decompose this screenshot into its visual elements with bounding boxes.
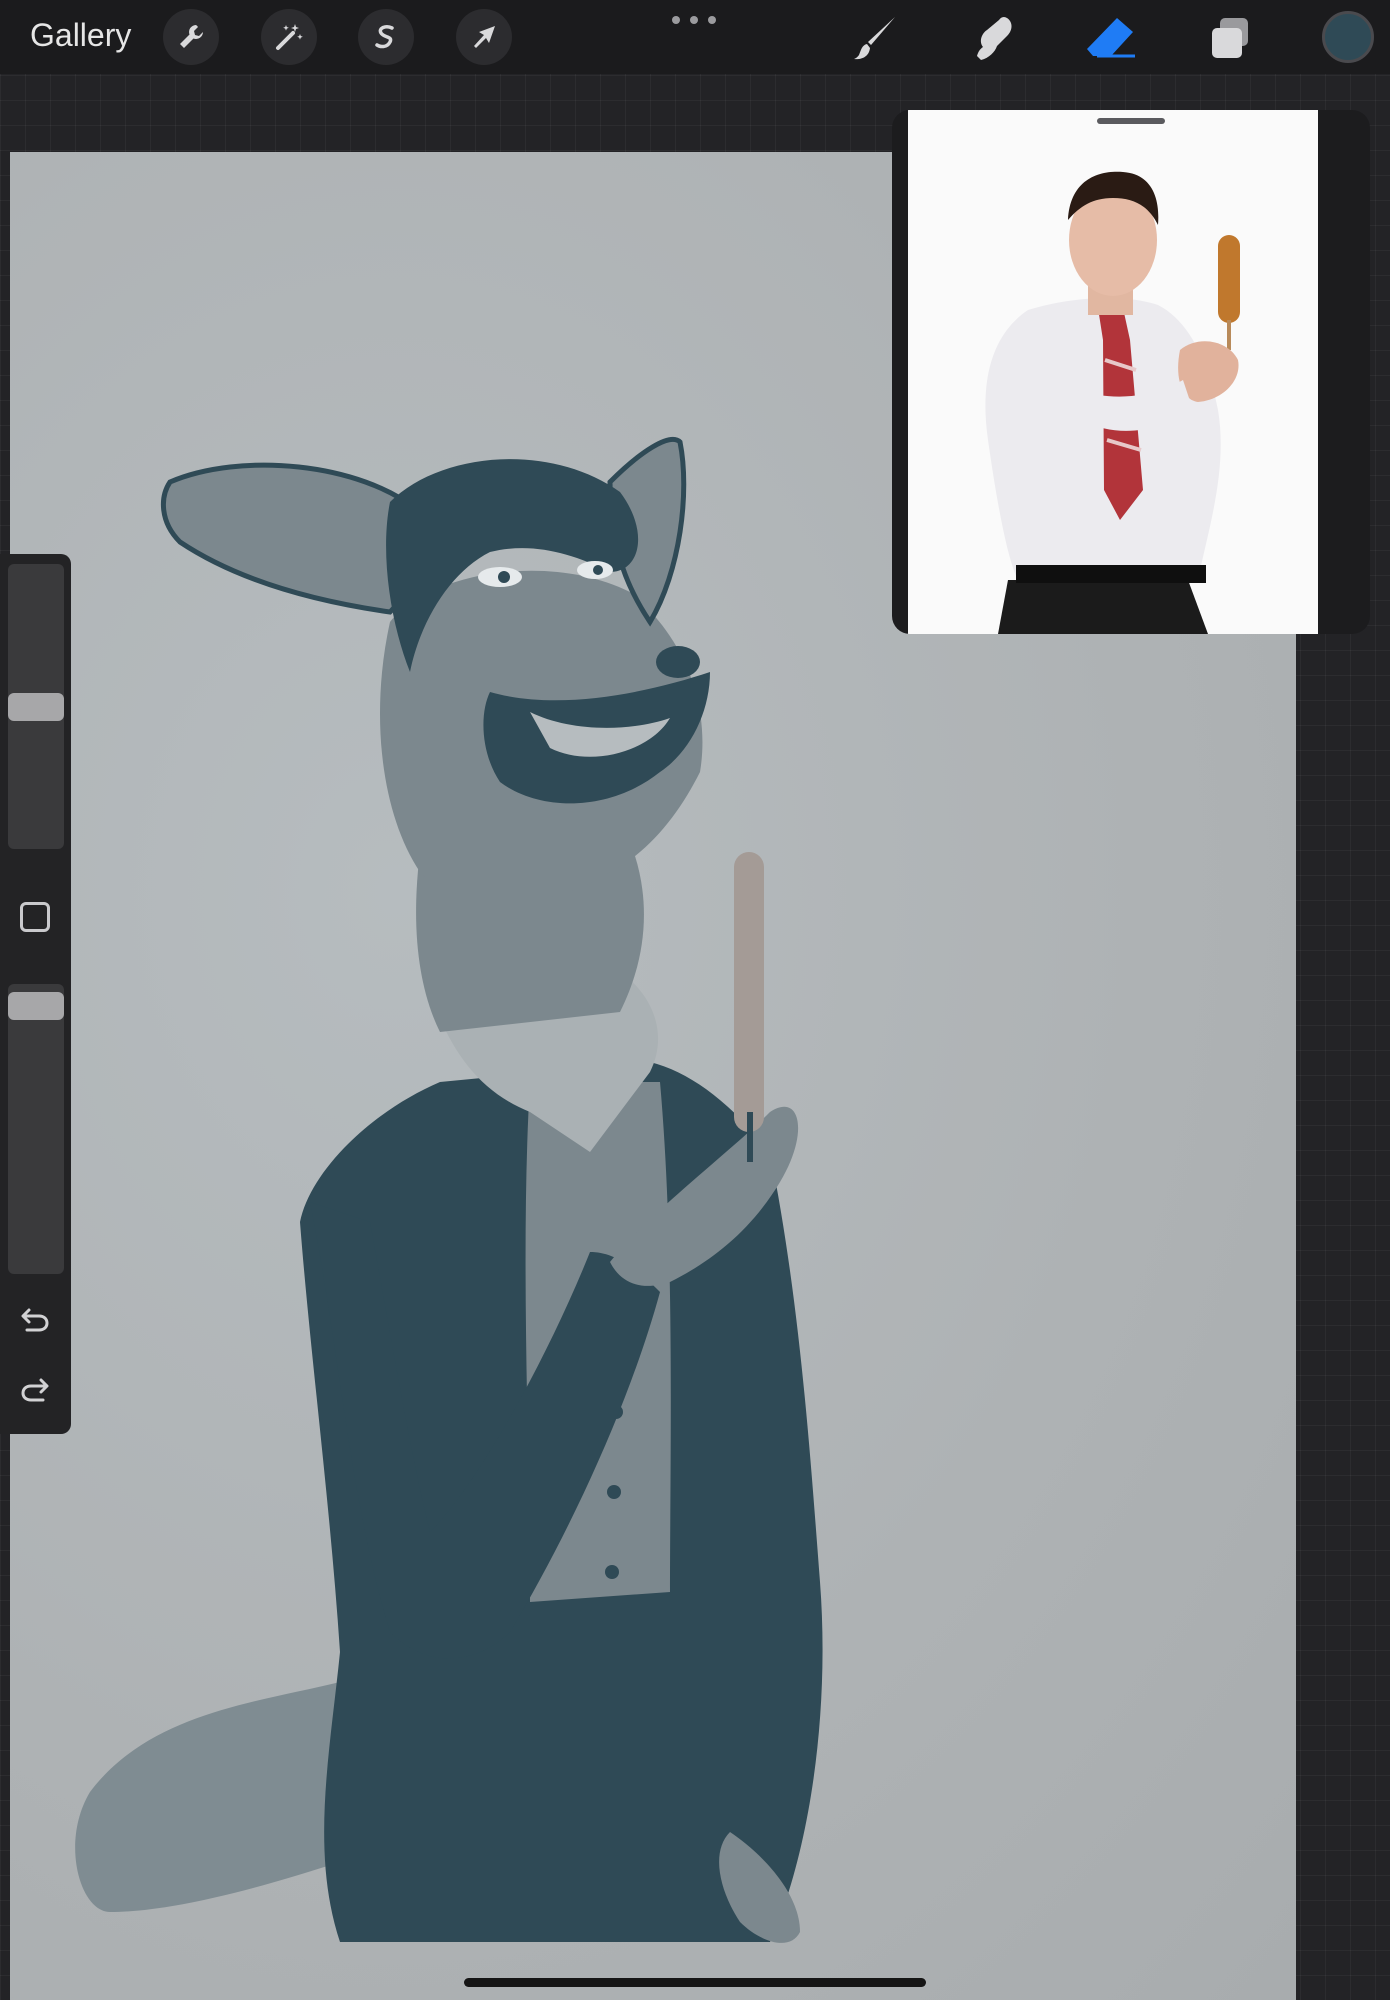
selection-button[interactable] (358, 9, 414, 65)
ellipsis-icon (672, 16, 680, 24)
brush-size-slider-thumb[interactable] (8, 693, 64, 721)
eraser-icon (1087, 18, 1135, 58)
adjustments-button[interactable] (261, 9, 317, 65)
brush-tool-button[interactable] (845, 8, 905, 68)
magic-wand-icon (276, 24, 303, 50)
top-toolbar: Gallery (0, 0, 1390, 74)
color-picker-button[interactable] (1322, 11, 1374, 63)
gallery-button[interactable]: Gallery (30, 17, 131, 54)
smudge-icon (977, 16, 1012, 61)
undo-button[interactable] (14, 1299, 56, 1341)
reference-window[interactable] (892, 110, 1370, 634)
opacity-slider[interactable] (8, 984, 64, 1274)
smudge-tool-button[interactable] (963, 8, 1023, 68)
modifier-square-icon[interactable] (20, 902, 50, 932)
sidebar (0, 554, 71, 1434)
ellipsis-icon (708, 16, 716, 24)
more-options[interactable] (672, 12, 716, 28)
home-indicator (464, 1978, 926, 1987)
redo-icon (21, 1378, 49, 1402)
wrench-icon (180, 25, 203, 48)
layers-icon (1212, 18, 1248, 58)
brush-icon (854, 17, 895, 60)
arrow-cursor-icon (474, 26, 495, 48)
brush-size-slider[interactable] (8, 564, 64, 849)
eraser-tool-button[interactable] (1081, 8, 1141, 68)
reference-photo (908, 110, 1318, 634)
actions-button[interactable] (163, 9, 219, 65)
layers-button[interactable] (1200, 8, 1260, 68)
selection-s-icon (375, 25, 394, 49)
ellipsis-icon (690, 16, 698, 24)
opacity-slider-thumb[interactable] (8, 992, 64, 1020)
transform-button[interactable] (456, 9, 512, 65)
reference-photo-image (908, 110, 1318, 634)
drag-handle-icon[interactable] (1097, 118, 1165, 124)
undo-icon (21, 1308, 49, 1332)
redo-button[interactable] (14, 1369, 56, 1411)
